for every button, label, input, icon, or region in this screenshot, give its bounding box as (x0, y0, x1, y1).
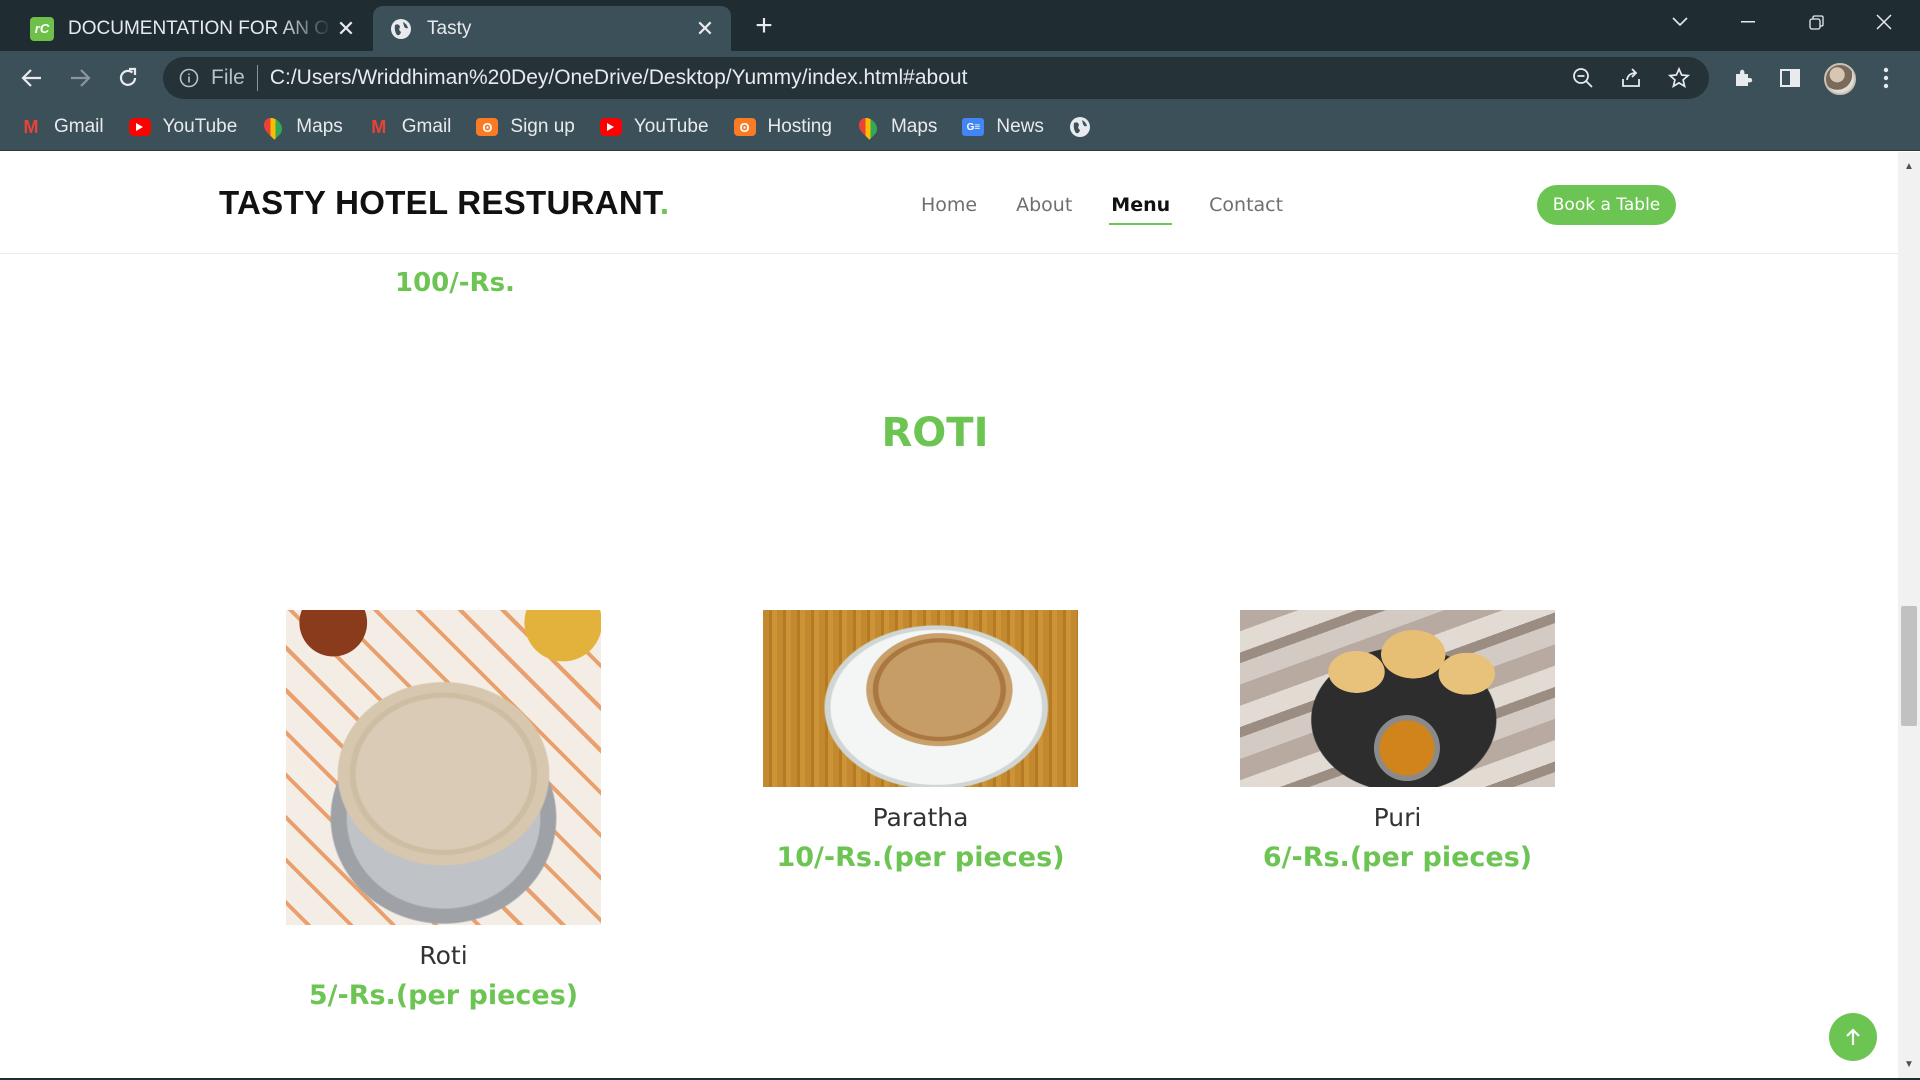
xampp-icon: ʘ (733, 118, 756, 136)
item-price: 5/-Rs.(per pieces) (308, 980, 579, 1011)
maps-icon (855, 114, 881, 140)
item-price: 10/-Rs.(per pieces) (776, 842, 1065, 873)
bookmark-maps[interactable]: Maps (260, 114, 343, 140)
scrollbar-thumb[interactable] (1901, 606, 1917, 726)
bookmark-gmail[interactable]: M Gmail (368, 116, 452, 138)
bookmark-hosting[interactable]: ʘ Hosting (733, 116, 832, 138)
bookmark-youtube[interactable]: YouTube (128, 116, 238, 138)
reload-button[interactable] (110, 60, 146, 96)
profile-avatar[interactable] (1824, 63, 1856, 95)
url-text[interactable]: C:/Users/Wriddhiman%20Dey/OneDrive/Deskt… (270, 66, 1565, 90)
xampp-icon: ʘ (476, 118, 499, 136)
previous-item-price: 100/-Rs. (395, 268, 515, 298)
news-icon: G≡ (962, 118, 985, 136)
bookmark-maps[interactable]: Maps (855, 114, 938, 140)
address-bar[interactable]: File C:/Users/Wriddhiman%20Dey/OneDrive/… (163, 57, 1709, 99)
back-button[interactable] (14, 60, 50, 96)
close-icon[interactable]: ✕ (332, 15, 360, 43)
page-scrollbar[interactable]: ▲ ▼ (1898, 152, 1920, 1080)
divider (256, 65, 258, 91)
tab-title: DOCUMENTATION FOR AN ONLINE (68, 17, 332, 39)
bookmark-youtube[interactable]: YouTube (599, 116, 709, 138)
maps-icon-wrap (855, 114, 881, 140)
tab-search-icon[interactable] (1652, 0, 1708, 44)
gmail-icon: M (371, 116, 387, 137)
restore-button[interactable] (1788, 0, 1844, 44)
tab-tasty[interactable]: Tasty ✕ (373, 6, 731, 51)
nav-menu[interactable]: Menu (1109, 194, 1173, 225)
item-name: Paratha (872, 803, 969, 832)
logo-dot: . (659, 184, 670, 221)
bookmark-news[interactable]: G≡ News (962, 116, 1044, 138)
bookmark-label: YouTube (633, 116, 709, 137)
menu-item-paratha: Paratha 10/-Rs.(per pieces) (763, 610, 1078, 873)
puri-image (1240, 610, 1555, 787)
item-price: 6/-Rs.(per pieces) (1262, 842, 1533, 873)
nav-home[interactable]: Home (921, 194, 977, 222)
menu-kebab-icon[interactable] (1868, 60, 1904, 96)
scroll-up-arrow-icon[interactable]: ▲ (1898, 156, 1920, 176)
extensions-icon[interactable] (1725, 60, 1761, 96)
new-tab-button[interactable]: + (748, 9, 780, 42)
nav-contact[interactable]: Contact (1209, 194, 1283, 222)
book-table-button[interactable]: Book a Table (1537, 185, 1676, 225)
bookmark-label: Sign up (510, 116, 575, 137)
arrow-up-icon (1846, 1028, 1860, 1045)
back-to-top-button[interactable] (1829, 1013, 1877, 1061)
star-icon[interactable] (1661, 60, 1697, 96)
share-icon[interactable] (1613, 60, 1649, 96)
close-icon[interactable]: ✕ (691, 15, 719, 43)
bookmark-gmail[interactable]: M Gmail (20, 116, 104, 138)
gmail-icon: M (23, 116, 39, 137)
item-name: Roti (419, 941, 468, 970)
page-viewport: TASTY HOTEL RESTURANT. Home About Menu C… (0, 152, 1898, 1080)
scroll-down-arrow-icon[interactable]: ▼ (1898, 1054, 1920, 1074)
menu-item-roti: Roti 5/-Rs.(per pieces) (286, 610, 601, 1011)
site-header: TASTY HOTEL RESTURANT. Home About Menu C… (0, 152, 1898, 254)
nav-about[interactable]: About (1016, 194, 1072, 222)
close-window-button[interactable] (1856, 0, 1912, 44)
bookmark-label: Gmail (54, 116, 104, 137)
bookmark-label: Hosting (767, 116, 832, 137)
browser-toolbar: File C:/Users/Wriddhiman%20Dey/OneDrive/… (0, 51, 1920, 104)
bookmark-label: News (996, 116, 1044, 137)
globe-icon (1069, 117, 1091, 137)
zoom-out-icon[interactable] (1565, 60, 1601, 96)
tab-documentation[interactable]: rC DOCUMENTATION FOR AN ONLINE ✕ (16, 6, 372, 51)
side-panel-icon[interactable] (1772, 60, 1808, 96)
tab-title: Tasty (427, 17, 472, 39)
bookmark-signup[interactable]: ʘ Sign up (476, 116, 575, 138)
paratha-image (763, 610, 1078, 787)
bookmark-label: Maps (890, 116, 938, 137)
site-logo[interactable]: TASTY HOTEL RESTURANT. (219, 184, 669, 222)
menu-item-puri: Puri 6/-Rs.(per pieces) (1240, 610, 1555, 873)
section-title: ROTI (881, 410, 989, 456)
bookmark-label: Gmail (401, 116, 452, 137)
youtube-icon (599, 118, 622, 136)
tab-strip: rC DOCUMENTATION FOR AN ONLINE ✕ Tasty ✕… (0, 0, 1920, 51)
main-nav: Home About Menu Contact (921, 194, 1283, 225)
minimize-button[interactable] (1720, 0, 1776, 44)
maps-icon (260, 114, 287, 140)
bookmarks-bar: M Gmail YouTube Maps M Gmail ʘ Sign up YouT… (0, 104, 1920, 151)
roti-image (286, 610, 601, 925)
bookmark-globe[interactable] (1069, 117, 1103, 137)
youtube-icon (128, 118, 151, 136)
bookmark-label: YouTube (162, 116, 238, 137)
maps-icon-wrap (260, 114, 287, 140)
info-icon[interactable] (177, 66, 201, 90)
scheme-label: File (211, 66, 245, 89)
forward-button[interactable] (62, 60, 98, 96)
item-name: Puri (1373, 803, 1422, 832)
globe-icon (389, 17, 413, 41)
bookmark-label: Maps (296, 116, 343, 137)
rc-icon: rC (30, 16, 54, 41)
logo-text: TASTY HOTEL RESTURANT (219, 184, 660, 221)
